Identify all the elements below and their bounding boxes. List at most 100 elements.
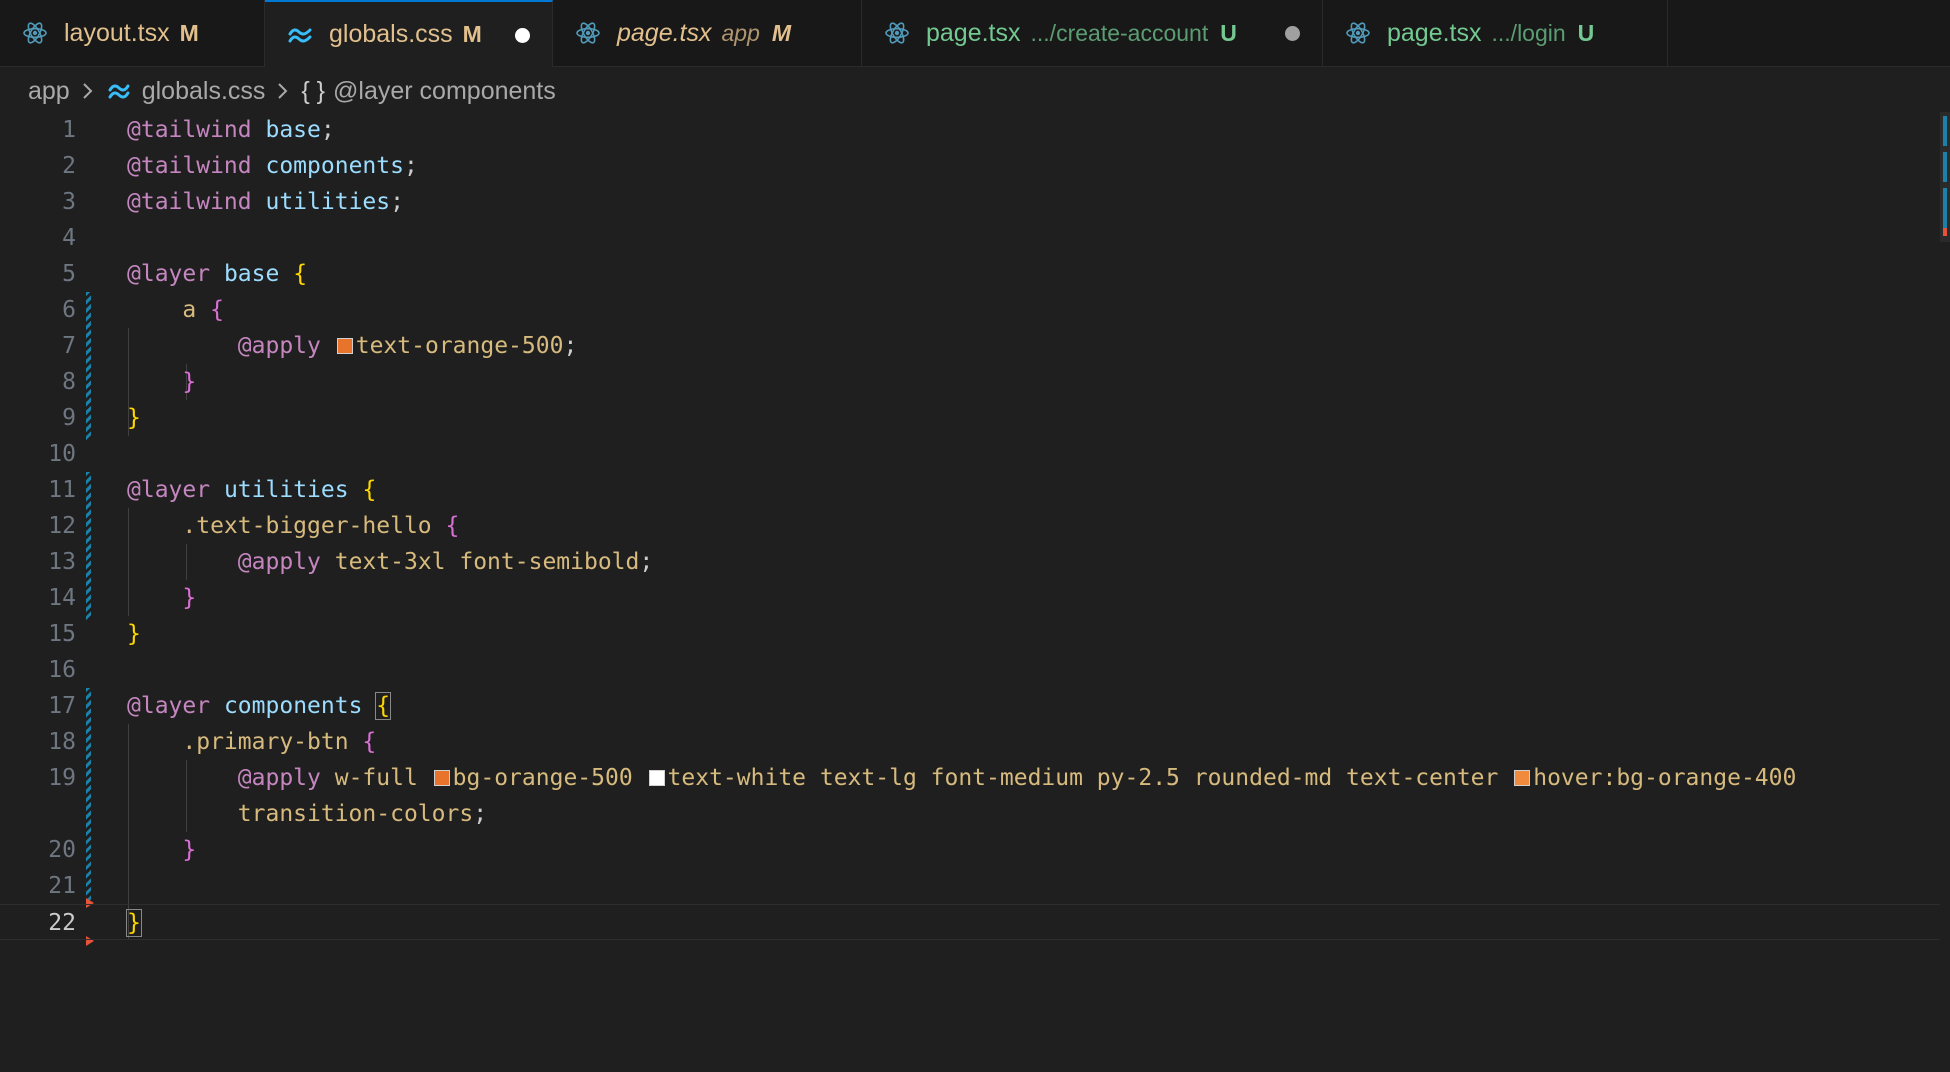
line-number: 22 — [48, 910, 76, 936]
unsaved-dot-icon[interactable] — [515, 28, 530, 43]
code-token: components — [223, 693, 363, 719]
code-line[interactable]: 2 @tailwind components; — [0, 148, 1940, 184]
code-line[interactable]: transition-colors; — [0, 796, 1940, 832]
code-token: hover:bg-orange-400 — [1533, 765, 1797, 791]
git-status-badge: U — [1220, 19, 1237, 46]
code-text: @tailwind utilities; — [127, 184, 404, 220]
line-number: 18 — [48, 729, 76, 755]
tab-globals-css[interactable]: globals.css M — [265, 0, 553, 67]
code-line[interactable]: 21 — [0, 868, 1940, 904]
code-line[interactable]: 12 .text-bigger-hello { — [0, 508, 1940, 544]
tab-page-tsx-3[interactable]: page.tsx .../create-account U — [862, 0, 1323, 66]
tab-page-tsx-4[interactable]: page.tsx .../login U — [1323, 0, 1668, 66]
overview-marker — [1943, 152, 1947, 182]
line-number: 13 — [48, 549, 76, 575]
code-line[interactable]: 6 a { — [0, 292, 1940, 328]
line-number: 15 — [48, 621, 76, 647]
code-line[interactable]: 13 @apply text-3xl font-semibold; — [0, 544, 1940, 580]
code-token: { — [375, 692, 392, 720]
code-line[interactable]: 4 — [0, 220, 1940, 256]
unsaved-dot-icon[interactable] — [1285, 26, 1300, 41]
code-token: ; — [473, 801, 488, 827]
code-token: ; — [403, 153, 418, 179]
code-token: text-orange-500 — [355, 333, 564, 359]
code-token: { — [293, 261, 308, 287]
tab-label: page.tsx — [617, 18, 712, 47]
tab-label: globals.css — [329, 20, 453, 48]
symbol-namespace-icon: { } — [301, 76, 326, 105]
code-token: { — [210, 297, 224, 323]
tab-description: .../login — [1491, 19, 1566, 46]
breadcrumb-file[interactable]: globals.css — [142, 77, 266, 106]
code-line[interactable]: 11 @layer utilities { — [0, 472, 1940, 508]
code-line[interactable]: 17 @layer components { — [0, 688, 1940, 724]
code-line[interactable]: 1 @tailwind base; — [0, 112, 1940, 148]
code-token: ; — [639, 549, 654, 575]
code-text: } — [127, 364, 196, 400]
overview-ruler[interactable] — [1940, 112, 1950, 242]
line-number: 3 — [62, 189, 76, 215]
code-line[interactable]: 7 @apply text-orange-500; — [0, 328, 1940, 364]
color-swatch-icon[interactable] — [648, 770, 665, 786]
code-text: @apply w-full bg-orange-500 text-white t… — [127, 760, 1797, 796]
code-line[interactable]: 20 } — [0, 832, 1940, 868]
code-token: .primary-btn — [182, 729, 349, 755]
code-token: { — [362, 477, 377, 503]
code-editor[interactable]: 1 @tailwind base; 2 @tailwind components; 3 @… — [0, 112, 1950, 1072]
git-status-badge: U — [1577, 19, 1595, 46]
code-line[interactable]: 9} — [0, 400, 1940, 436]
code-token: } — [182, 369, 197, 395]
line-number: 17 — [48, 693, 76, 719]
breadcrumb-folder[interactable]: app — [28, 77, 70, 106]
code-text: } — [126, 905, 142, 941]
react-icon — [885, 22, 909, 44]
git-status-badge: M — [771, 19, 792, 46]
git-status-badge: M — [179, 19, 199, 46]
tab-layout-tsx[interactable]: layout.tsx M — [0, 0, 265, 66]
code-token: } — [127, 621, 141, 647]
code-line[interactable]: 22} — [0, 904, 1940, 940]
code-line[interactable]: 15} — [0, 616, 1940, 652]
code-line[interactable]: 5 @layer base { — [0, 256, 1940, 292]
line-number: 11 — [48, 477, 76, 503]
color-swatch-icon[interactable] — [336, 338, 353, 354]
code-text: @layer base { — [127, 256, 307, 292]
code-token: @layer — [127, 693, 211, 719]
chevron-right-icon — [83, 83, 93, 99]
code-token: base — [223, 261, 280, 287]
line-number: 2 — [62, 153, 76, 179]
code-text: .primary-btn { — [127, 724, 376, 760]
code-line[interactable]: 3 @tailwind utilities; — [0, 184, 1940, 220]
tab-page-tsx-2[interactable]: page.tsx app M — [553, 0, 862, 66]
code-line[interactable]: 19 @apply w-full bg-orange-500 text-whit… — [0, 760, 1940, 796]
code-line[interactable]: 8 } — [0, 364, 1940, 400]
color-swatch-icon[interactable] — [1514, 770, 1531, 786]
code-text: @layer components { — [127, 688, 392, 724]
code-text: @layer utilities { — [127, 472, 376, 508]
code-line[interactable]: 18 .primary-btn { — [0, 724, 1940, 760]
line-number: 4 — [62, 225, 76, 251]
editor-window: layout.tsx Mglobals.css Mpage.tsx app Mpage.… — [0, 0, 1950, 1072]
breadcrumb-symbol[interactable]: @layer components — [333, 77, 556, 106]
code-line[interactable]: 10 — [0, 436, 1940, 472]
code-text: @tailwind components; — [127, 148, 418, 184]
code-token: transition-colors — [237, 801, 474, 827]
code-line[interactable]: 14 } — [0, 580, 1940, 616]
code-token: w-full — [334, 765, 432, 791]
code-line[interactable]: 16 — [0, 652, 1940, 688]
tailwind-icon — [108, 84, 130, 99]
color-swatch-icon[interactable] — [433, 770, 450, 786]
code-token: ; — [320, 117, 335, 143]
